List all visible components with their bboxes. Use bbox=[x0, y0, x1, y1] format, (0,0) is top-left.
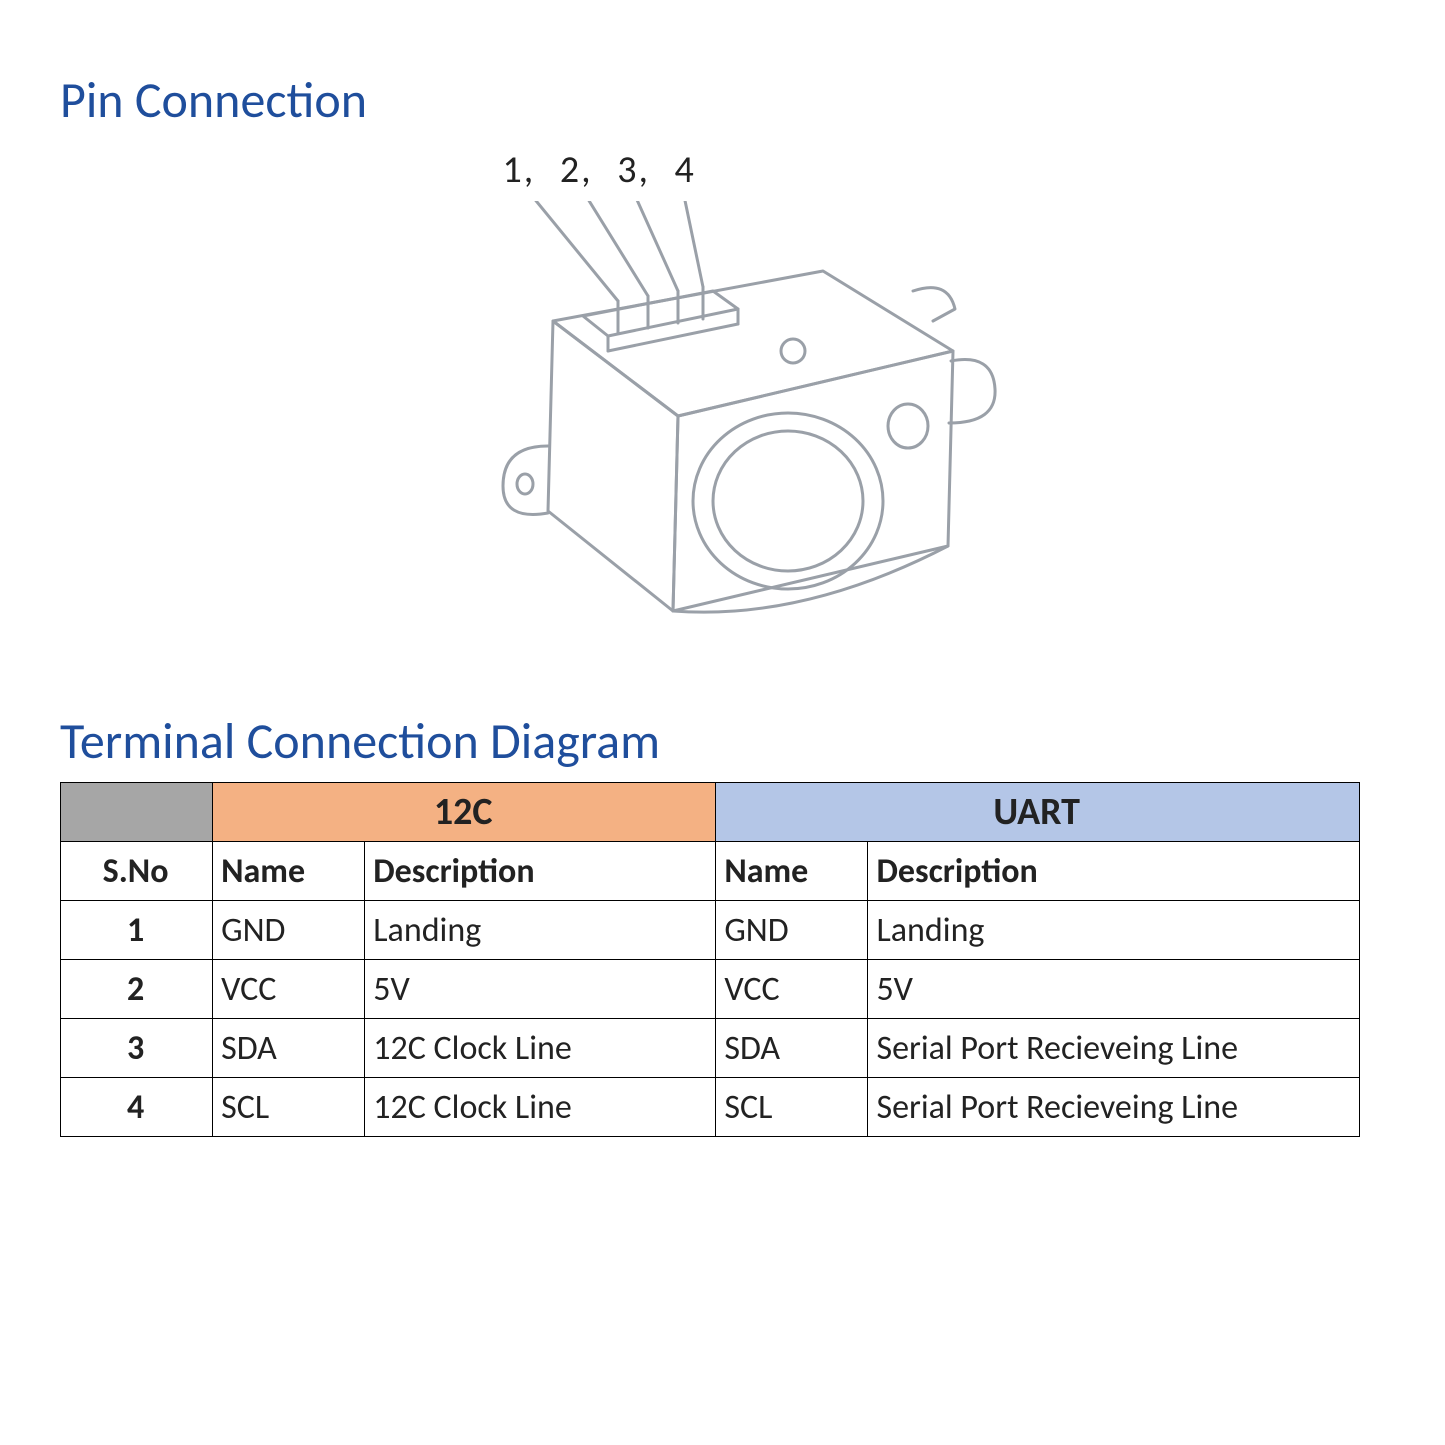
cell-desc-12c: Landing bbox=[365, 901, 716, 960]
table-row: 3 SDA 12C Clock Line SDA Serial Port Rec… bbox=[61, 1019, 1360, 1078]
cell-desc-12c: 12C Clock Line bbox=[365, 1019, 716, 1078]
cell-desc-12c: 5V bbox=[365, 960, 716, 1019]
cell-desc-12c: 12C Clock Line bbox=[365, 1078, 716, 1137]
table-header-blank bbox=[61, 783, 213, 842]
cell-name-12c: SDA bbox=[213, 1019, 365, 1078]
pin-number-labels: 1, 2, 3, 4 bbox=[503, 147, 710, 193]
pin-label-3: 3, bbox=[617, 147, 650, 193]
heading-terminal-connection: Terminal Connection Diagram bbox=[60, 711, 1385, 772]
cell-name-uart: GND bbox=[716, 901, 868, 960]
cell-desc-uart: Serial Port Recieveing Line bbox=[868, 1019, 1360, 1078]
cell-sno: 2 bbox=[61, 960, 213, 1019]
subheader-desc-12c: Description bbox=[365, 842, 716, 901]
cell-desc-uart: 5V bbox=[868, 960, 1360, 1019]
cell-sno: 4 bbox=[61, 1078, 213, 1137]
cell-sno: 1 bbox=[61, 901, 213, 960]
subheader-name-12c: Name bbox=[213, 842, 365, 901]
table-subheader-row: S.No Name Description Name Description bbox=[61, 842, 1360, 901]
table-row: 1 GND Landing GND Landing bbox=[61, 901, 1360, 960]
cell-name-12c: GND bbox=[213, 901, 365, 960]
table-header-12c: 12C bbox=[213, 783, 716, 842]
table-header-row: 12C UART bbox=[61, 783, 1360, 842]
table-row: 4 SCL 12C Clock Line SCL Serial Port Rec… bbox=[61, 1078, 1360, 1137]
cell-desc-uart: Landing bbox=[868, 901, 1360, 960]
subheader-desc-uart: Description bbox=[868, 842, 1360, 901]
subheader-sno: S.No bbox=[61, 842, 213, 901]
cell-name-12c: SCL bbox=[213, 1078, 365, 1137]
pin-diagram: 1, 2, 3, 4 bbox=[323, 141, 1123, 681]
cell-name-12c: VCC bbox=[213, 960, 365, 1019]
sensor-module-icon bbox=[393, 201, 1053, 681]
pin-label-4: 4 bbox=[675, 147, 696, 193]
cell-name-uart: SDA bbox=[716, 1019, 868, 1078]
terminal-connection-table: 12C UART S.No Name Description Name Desc… bbox=[60, 782, 1360, 1137]
table-header-uart: UART bbox=[716, 783, 1360, 842]
cell-name-uart: VCC bbox=[716, 960, 868, 1019]
cell-desc-uart: Serial Port Recieveing Line bbox=[868, 1078, 1360, 1137]
table-row: 2 VCC 5V VCC 5V bbox=[61, 960, 1360, 1019]
pin-label-1: 1, bbox=[503, 147, 536, 193]
pin-label-2: 2, bbox=[560, 147, 593, 193]
cell-name-uart: SCL bbox=[716, 1078, 868, 1137]
heading-pin-connection: Pin Connection bbox=[60, 70, 1385, 131]
subheader-name-uart: Name bbox=[716, 842, 868, 901]
cell-sno: 3 bbox=[61, 1019, 213, 1078]
